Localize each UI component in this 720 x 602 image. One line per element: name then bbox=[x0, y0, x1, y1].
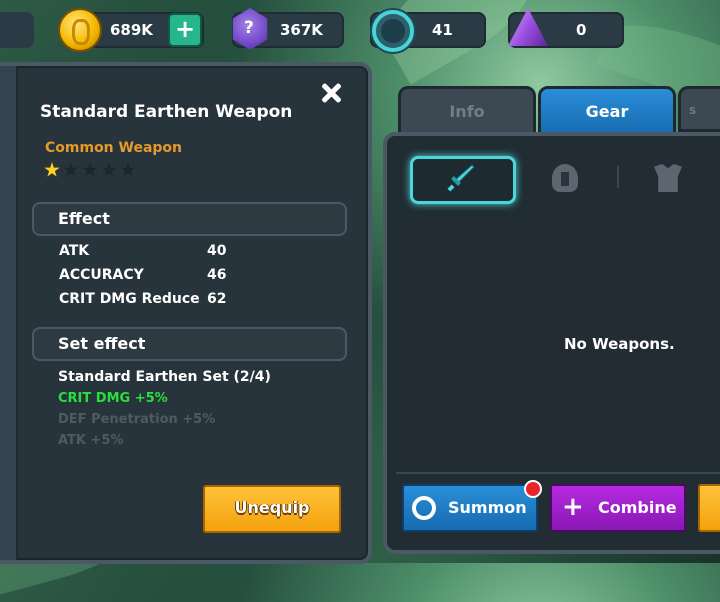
crystal-value: 0 bbox=[576, 21, 587, 39]
button-bar-divider bbox=[396, 472, 720, 474]
plus-icon: + bbox=[562, 492, 584, 522]
set-effect-section-header: Set effect bbox=[32, 327, 347, 361]
notification-dot bbox=[524, 480, 542, 498]
stat-name: CRIT DMG Reduce bbox=[59, 291, 200, 307]
stat-name: ATK bbox=[59, 243, 90, 259]
item-title: Standard Earthen Weapon bbox=[40, 102, 293, 122]
crystal-icon bbox=[508, 8, 548, 46]
star-empty-icon bbox=[82, 162, 98, 177]
helmet-icon[interactable] bbox=[552, 164, 578, 192]
star-filled-icon bbox=[44, 162, 60, 177]
star-empty-icon bbox=[63, 162, 79, 177]
summon-label: Summon bbox=[448, 498, 527, 517]
ring-value: 41 bbox=[432, 21, 453, 39]
star-rating bbox=[44, 162, 139, 182]
set-effect-header-label: Set effect bbox=[58, 334, 146, 353]
empty-inventory-message: No Weapons. bbox=[564, 335, 675, 353]
add-gold-button[interactable]: + bbox=[168, 13, 202, 47]
gem-value: 367K bbox=[280, 21, 323, 39]
set-bonus-inactive: DEF Penetration +5% bbox=[58, 412, 216, 427]
stat-value: 46 bbox=[207, 267, 227, 283]
stat-name: ACCURACY bbox=[59, 267, 144, 283]
effect-header-label: Effect bbox=[58, 209, 110, 228]
stat-value: 62 bbox=[207, 291, 227, 307]
tab-gear[interactable]: Gear bbox=[538, 86, 676, 138]
combine-button[interactable]: + Combine bbox=[550, 484, 686, 532]
set-name: Standard Earthen Set (2/4) bbox=[58, 369, 271, 385]
summon-icon bbox=[412, 496, 436, 520]
close-icon[interactable] bbox=[320, 82, 342, 104]
summon-button[interactable]: Summon bbox=[402, 484, 538, 532]
sword-icon bbox=[447, 164, 475, 192]
ring-counter: 41 bbox=[370, 10, 486, 52]
category-divider bbox=[617, 166, 619, 188]
star-empty-icon bbox=[101, 162, 117, 177]
item-rarity: Common Weapon bbox=[45, 140, 183, 156]
gem-counter: ? 367K bbox=[232, 8, 344, 50]
panel-edge bbox=[0, 66, 18, 560]
gold-value: 689K bbox=[110, 21, 153, 39]
combine-label: Combine bbox=[598, 498, 677, 517]
effect-section-header: Effect bbox=[32, 202, 347, 236]
currency-stub bbox=[0, 12, 34, 48]
ring-icon bbox=[372, 10, 414, 52]
extra-action-button[interactable] bbox=[698, 484, 720, 532]
unequip-button[interactable]: Unequip bbox=[203, 485, 341, 533]
gold-counter: 689K + bbox=[60, 10, 204, 50]
crystal-counter: 0 bbox=[508, 8, 624, 48]
star-empty-icon bbox=[120, 162, 136, 177]
gold-coin-icon bbox=[60, 10, 100, 50]
set-bonus-active: CRIT DMG +5% bbox=[58, 391, 168, 406]
tab-more[interactable]: S bbox=[678, 86, 720, 132]
set-bonus-inactive: ATK +5% bbox=[58, 433, 124, 448]
tab-info[interactable]: Info bbox=[398, 86, 536, 138]
gem-icon: ? bbox=[232, 8, 268, 50]
stat-value: 40 bbox=[207, 243, 227, 259]
